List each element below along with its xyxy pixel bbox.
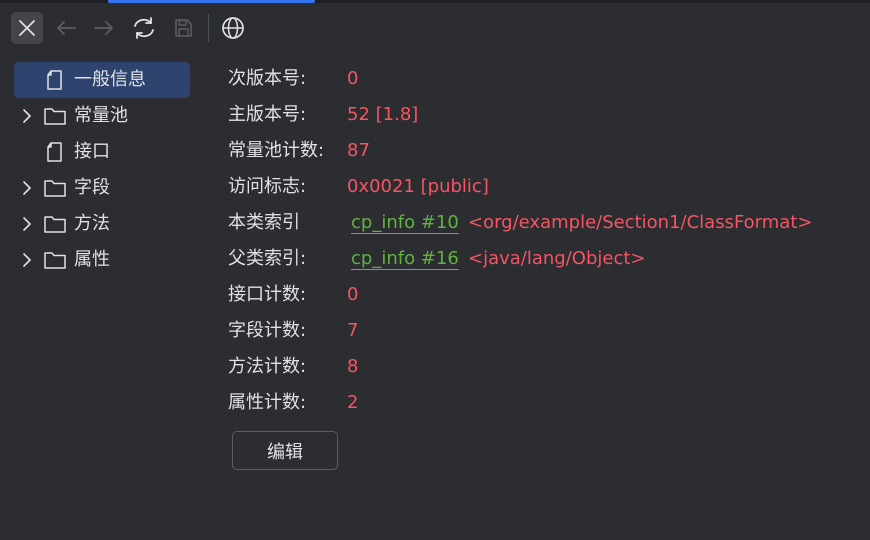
folder-icon	[44, 105, 66, 127]
general-info-panel: 次版本号: 0 主版本号: 52 [1.8] 常量池计数: 87 访问标志: 0…	[228, 61, 858, 421]
field-label: 属性计数:	[228, 392, 307, 413]
arrow-right-icon	[93, 18, 115, 38]
folder-icon	[44, 177, 66, 199]
field-value: 0	[347, 68, 359, 89]
back-button[interactable]	[50, 12, 82, 44]
chevron-right-icon[interactable]	[20, 215, 34, 233]
tree-item-attributes[interactable]: 属性	[14, 242, 190, 278]
field-value: 8	[347, 356, 359, 377]
tree-item-fields[interactable]: 字段	[14, 170, 190, 206]
tree-item-label: 一般信息	[74, 69, 146, 90]
access-flags-row: 访问标志: 0x0021 [public]	[228, 169, 858, 205]
chevron-right-icon[interactable]	[20, 251, 34, 269]
interfaces-count-row: 接口计数: 0	[228, 277, 858, 313]
super-class-ref: <java/lang/Object>	[468, 248, 646, 269]
chevron-right-icon[interactable]	[20, 179, 34, 197]
field-value: 7	[347, 320, 359, 341]
close-icon	[17, 18, 37, 38]
tree-item-methods[interactable]: 方法	[14, 206, 190, 242]
forward-button[interactable]	[88, 12, 120, 44]
field-value: 0x0021 [public]	[347, 176, 489, 197]
tree-item-label: 属性	[74, 249, 110, 270]
web-button[interactable]	[217, 12, 249, 44]
constant-pool-count-row: 常量池计数: 87	[228, 133, 858, 169]
major-version-row: 主版本号: 52 [1.8]	[228, 97, 858, 133]
file-icon	[44, 69, 66, 91]
fields-count-row: 字段计数: 7	[228, 313, 858, 349]
toolbar	[0, 8, 870, 48]
field-label: 常量池计数:	[228, 140, 325, 161]
field-value: 0	[347, 284, 359, 305]
active-tab-indicator	[108, 0, 315, 3]
folder-icon	[44, 249, 66, 271]
methods-count-row: 方法计数: 8	[228, 349, 858, 385]
field-value: 2	[347, 392, 359, 413]
save-icon	[173, 18, 193, 38]
tree-item-interfaces[interactable]: 接口	[14, 134, 190, 170]
super-class-row: 父类索引: cp_info #16 <java/lang/Object>	[228, 241, 858, 277]
field-label: 本类索引	[228, 212, 300, 233]
this-class-cp-link[interactable]: cp_info #10	[351, 205, 459, 241]
folder-icon	[44, 213, 66, 235]
field-label: 主版本号:	[228, 104, 307, 125]
field-label: 父类索引:	[228, 248, 307, 269]
chevron-right-icon[interactable]	[20, 107, 34, 125]
refresh-icon	[131, 16, 157, 40]
arrow-left-icon	[55, 18, 77, 38]
this-class-row: 本类索引 cp_info #10 <org/example/Section1/C…	[228, 205, 858, 241]
field-label: 方法计数:	[228, 356, 307, 377]
structure-tree: 一般信息 常量池 接口 字段 方法 属性	[14, 62, 190, 278]
minor-version-row: 次版本号: 0	[228, 61, 858, 97]
super-class-cp-link[interactable]: cp_info #16	[351, 241, 459, 277]
field-value: 87	[347, 140, 370, 161]
save-button[interactable]	[167, 12, 199, 44]
field-label: 次版本号:	[228, 68, 307, 89]
tree-item-label: 字段	[74, 177, 110, 198]
attributes-count-row: 属性计数: 2	[228, 385, 858, 421]
close-button[interactable]	[11, 12, 43, 44]
toolbar-separator	[208, 14, 209, 42]
edit-button[interactable]: 编辑	[232, 431, 338, 470]
tree-item-label: 方法	[74, 213, 110, 234]
tree-item-general-info[interactable]: 一般信息	[14, 62, 190, 98]
file-icon	[44, 141, 66, 163]
field-label: 接口计数:	[228, 284, 307, 305]
tree-item-label: 接口	[74, 141, 110, 162]
field-label: 字段计数:	[228, 320, 307, 341]
globe-icon	[221, 16, 245, 40]
field-value: 52 [1.8]	[347, 104, 419, 125]
refresh-button[interactable]	[128, 12, 160, 44]
this-class-ref: <org/example/Section1/ClassFormat>	[468, 212, 813, 233]
tree-item-constant-pool[interactable]: 常量池	[14, 98, 190, 134]
tree-item-label: 常量池	[74, 105, 128, 126]
field-label: 访问标志:	[228, 176, 307, 197]
